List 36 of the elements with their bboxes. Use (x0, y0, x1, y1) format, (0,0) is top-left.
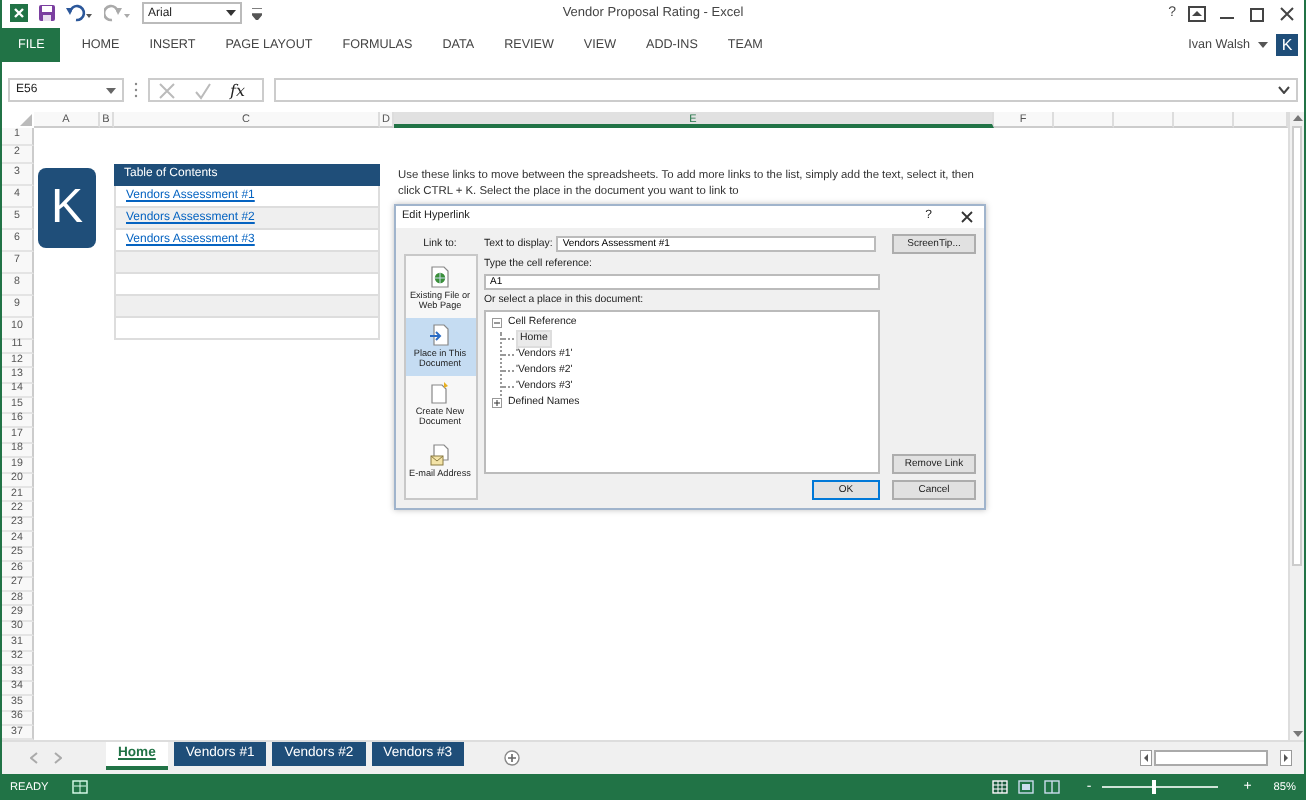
customize-icon[interactable] (252, 7, 262, 20)
caret-icon[interactable] (1258, 41, 1268, 48)
caret-icon[interactable] (106, 87, 116, 94)
save-icon[interactable] (38, 4, 56, 23)
enter-check-icon[interactable] (194, 81, 212, 100)
redo-icon[interactable] (104, 4, 132, 23)
globe-document-icon (430, 265, 450, 288)
scroll-thumb[interactable] (1292, 125, 1302, 566)
undo-icon[interactable] (66, 4, 94, 23)
envelope-document-icon (430, 444, 450, 467)
scroll-thumb[interactable] (1154, 750, 1268, 767)
expand-icon[interactable] (1278, 86, 1290, 95)
caret-icon (226, 10, 236, 17)
document-arrow-icon (430, 323, 450, 346)
macro-record-icon[interactable] (72, 780, 89, 795)
close-icon[interactable] (960, 209, 974, 224)
maximize-icon[interactable] (1247, 5, 1266, 22)
expand-icon[interactable] (492, 398, 502, 409)
horizontal-scrollbar[interactable] (1140, 750, 1292, 767)
new-document-icon (430, 381, 450, 404)
formula-input[interactable] (274, 78, 1298, 103)
close-icon[interactable] (1277, 5, 1296, 22)
page-layout-view-icon[interactable] (1018, 780, 1035, 795)
logo-tile: K (38, 167, 96, 248)
spreadsheet-app-icon[interactable] (10, 4, 28, 23)
vertical-scrollbar[interactable] (1288, 111, 1304, 741)
collapse-icon[interactable] (492, 318, 502, 329)
add-sheet-icon[interactable] (504, 750, 521, 767)
scroll-left-icon[interactable] (1140, 750, 1152, 767)
insert-function-button[interactable]: fx (230, 81, 245, 100)
user-avatar[interactable]: K (1276, 33, 1298, 56)
page-break-view-icon[interactable] (1044, 780, 1061, 795)
zoom-slider-thumb[interactable] (1151, 780, 1156, 795)
scroll-right-icon[interactable] (1280, 750, 1292, 767)
ribbon-display-icon[interactable] (1187, 5, 1206, 22)
normal-view-icon[interactable] (992, 780, 1009, 795)
